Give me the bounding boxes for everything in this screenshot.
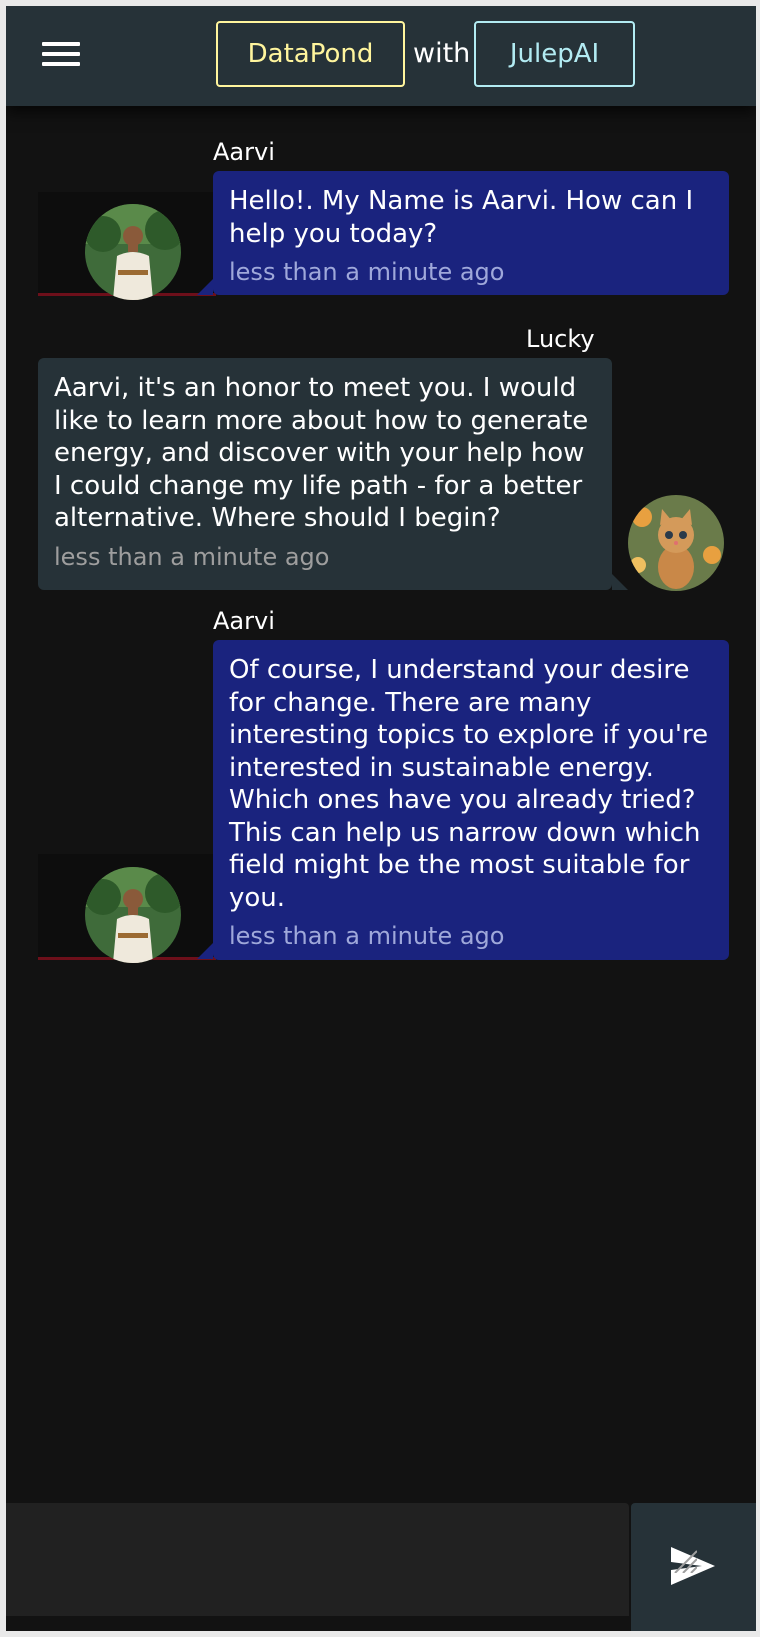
sender-name: Lucky: [526, 325, 595, 353]
with-label: with: [413, 38, 471, 69]
man-portrait-avatar[interactable]: [85, 867, 181, 963]
bubble-tail: [197, 943, 213, 959]
message-input[interactable]: [6, 1503, 629, 1616]
sender-name: Aarvi: [213, 138, 275, 166]
chat-app-window: DataPond with JulepAI Aarvi Hello!. My N…: [6, 6, 756, 1631]
message-text: Hello!. My Name is Aarvi. How can I help…: [229, 186, 694, 249]
app-header: DataPond with JulepAI: [6, 6, 756, 106]
sender-name: Aarvi: [213, 607, 275, 635]
message-bubble[interactable]: Hello!. My Name is Aarvi. How can I help…: [213, 171, 729, 295]
send-button[interactable]: [631, 1503, 756, 1631]
message-bubble[interactable]: Aarvi, it's an honor to meet you. I woul…: [38, 358, 612, 590]
julepai-button[interactable]: JulepAI: [474, 21, 635, 87]
bubble-tail: [197, 279, 213, 295]
message-bubble[interactable]: Of course, I understand your desire for …: [213, 640, 729, 960]
datapond-button[interactable]: DataPond: [216, 21, 405, 87]
kitten-avatar[interactable]: [628, 495, 724, 591]
man-portrait-avatar[interactable]: [85, 204, 181, 300]
message-timestamp: less than a minute ago: [229, 922, 505, 950]
bubble-tail: [612, 574, 628, 590]
hamburger-menu-icon[interactable]: [38, 34, 86, 74]
resize-handle-icon[interactable]: [671, 1547, 697, 1573]
message-text: Aarvi, it's an honor to meet you. I woul…: [54, 373, 589, 533]
message-timestamp: less than a minute ago: [54, 542, 330, 571]
message-timestamp: less than a minute ago: [229, 258, 505, 286]
message-text: Of course, I understand your desire for …: [229, 655, 709, 913]
